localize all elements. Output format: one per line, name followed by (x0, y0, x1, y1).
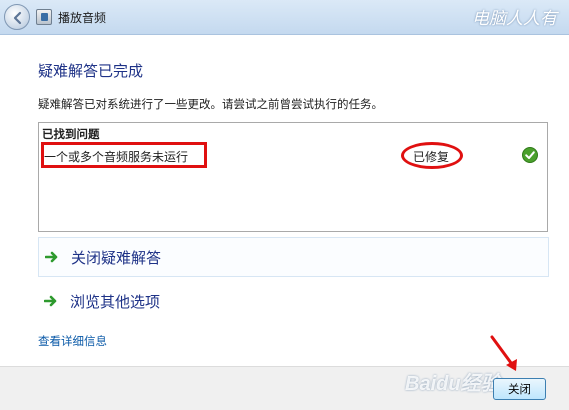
main-content: 疑难解答已完成 疑难解答已对系统进行了一些更改。请尝试之前曾尝试执行的任务。 已… (0, 36, 569, 366)
troubleshooter-icon (36, 9, 52, 25)
back-button[interactable] (4, 4, 30, 30)
problems-list: 已找到问题 一个或多个音频服务未运行 已修复 (38, 122, 548, 232)
page-heading: 疑难解答已完成 (38, 62, 144, 80)
highlight-rectangle (41, 142, 207, 168)
option-close-troubleshooter[interactable]: 关闭疑难解答 (38, 237, 549, 277)
problems-header: 已找到问题 (42, 127, 100, 141)
green-check-icon (522, 147, 538, 163)
back-arrow-icon (13, 11, 22, 25)
green-arrow-icon (44, 295, 57, 307)
green-arrow-icon (45, 251, 58, 263)
red-pointer-arrow-icon (490, 335, 517, 371)
window-title: 播放音频 (58, 11, 107, 25)
view-details-link[interactable]: 查看详细信息 (38, 333, 107, 349)
page-description: 疑难解答已对系统进行了一些更改。请尝试之前曾尝试执行的任务。 (38, 97, 383, 111)
close-button[interactable]: 关闭 (493, 378, 546, 400)
footer-bar: Baidu经验 关闭 (0, 366, 569, 410)
highlight-oval (401, 142, 463, 169)
watermark-text: 电脑人人有 (472, 9, 557, 29)
option-label: 浏览其他选项 (70, 293, 161, 311)
option-label: 关闭疑难解答 (71, 249, 162, 267)
title-bar: 播放音频 电脑人人有 (0, 0, 569, 35)
option-browse-other[interactable]: 浏览其他选项 (38, 282, 549, 322)
